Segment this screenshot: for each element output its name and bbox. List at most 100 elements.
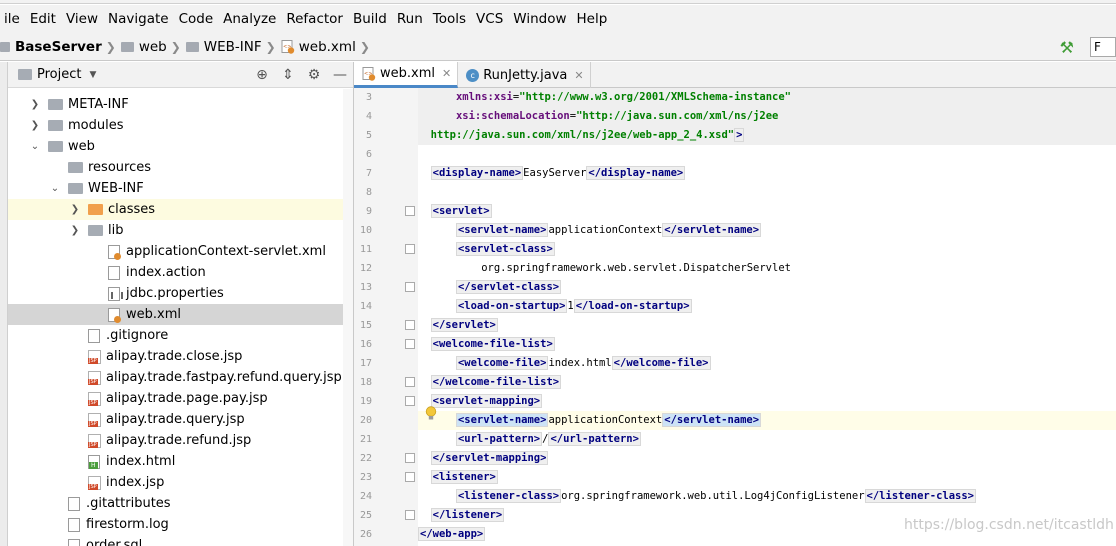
tree-item[interactable]: ❯ classes xyxy=(8,199,353,220)
menu-item-edit[interactable]: Edit xyxy=(26,5,62,33)
line-number: 20 xyxy=(359,415,372,426)
tree-item[interactable]: .gitignore xyxy=(8,325,353,346)
fold-marker-icon[interactable] xyxy=(405,320,415,330)
code-line[interactable]: <url-pattern> / </url-pattern> xyxy=(418,430,1116,449)
tree-item[interactable]: ❯ META-INF xyxy=(8,94,353,115)
locate-target-icon[interactable]: ⊕ xyxy=(249,67,275,83)
code-line[interactable]: <listener> xyxy=(418,468,1116,487)
collapse-all-icon[interactable]: ⇕ xyxy=(275,67,301,83)
code-line[interactable]: </servlet-mapping> xyxy=(418,449,1116,468)
menu-item-refactor[interactable]: Refactor xyxy=(282,5,349,33)
tree-item[interactable]: ⌄ WEB-INF xyxy=(8,178,353,199)
fold-marker-icon[interactable] xyxy=(405,472,415,482)
fold-marker-icon[interactable] xyxy=(405,339,415,349)
fold-marker-icon[interactable] xyxy=(405,396,415,406)
project-view-selector[interactable]: Project ▼ xyxy=(18,67,96,82)
menu-item-code[interactable]: Code xyxy=(175,5,220,33)
tree-item[interactable]: index.jsp xyxy=(8,472,353,493)
chevron-right-icon[interactable]: ❯ xyxy=(28,120,42,131)
tree-item[interactable]: index.html xyxy=(8,451,353,472)
code-line[interactable]: </servlet-class> xyxy=(418,278,1116,297)
menu-item-help[interactable]: Help xyxy=(573,5,614,33)
breadcrumb-web[interactable]: web xyxy=(139,39,167,55)
tree-item[interactable]: alipay.trade.fastpay.refund.query.jsp xyxy=(8,367,353,388)
menu-item-window[interactable]: Window xyxy=(509,5,572,33)
tree-item[interactable]: alipay.trade.close.jsp xyxy=(8,346,353,367)
project-tree: ❯ META-INF ❯ modules ⌄ web resources ⌄ WEB-INF ❯ c… xyxy=(8,89,353,546)
code-line[interactable]: <listener-class> org.springframework.web.… xyxy=(418,487,1116,506)
fold-marker-icon[interactable] xyxy=(405,282,415,292)
chevron-down-icon[interactable]: ⌄ xyxy=(48,183,62,194)
chevron-right-icon[interactable]: ❯ xyxy=(68,204,82,215)
chevron-right-icon[interactable]: ❯ xyxy=(28,99,42,110)
tree-item[interactable]: jdbc.properties xyxy=(8,283,353,304)
fold-marker-icon[interactable] xyxy=(405,377,415,387)
menu-item-ile[interactable]: ile xyxy=(0,5,26,33)
tree-item[interactable]: ⌄ web xyxy=(8,136,353,157)
build-hammer-icon[interactable]: ⚒ xyxy=(1060,38,1074,57)
code-line[interactable]: <servlet> xyxy=(418,202,1116,221)
hide-panel-icon[interactable]: — xyxy=(327,67,353,83)
tree-scrollbar[interactable] xyxy=(343,89,353,546)
tree-item[interactable]: index.action xyxy=(8,262,353,283)
tree-item[interactable]: firestorm.log xyxy=(8,514,353,535)
close-icon[interactable]: ✕ xyxy=(442,67,451,80)
chevron-down-icon[interactable]: ⌄ xyxy=(28,141,42,152)
code-line[interactable]: <servlet-mapping> xyxy=(418,392,1116,411)
chevron-right-icon: ❯ xyxy=(359,39,370,54)
code-line[interactable]: <servlet-name> applicationContext </servle… xyxy=(418,411,1116,430)
code-line[interactable]: xmlns:xsi="http://www.w3.org/2001/XMLSch… xyxy=(418,88,1116,107)
code-line[interactable]: http://java.sun.com/xml/ns/j2ee/web-app_… xyxy=(418,126,1116,145)
run-configuration-select[interactable]: F xyxy=(1090,37,1116,57)
code-line[interactable]: </servlet> xyxy=(418,316,1116,335)
fold-marker-icon[interactable] xyxy=(405,453,415,463)
code-line[interactable]: <welcome-file> index.html </welcome-file> xyxy=(418,354,1116,373)
tree-item[interactable]: alipay.trade.refund.jsp xyxy=(8,430,353,451)
menu-item-analyze[interactable]: Analyze xyxy=(219,5,282,33)
menu-item-run[interactable]: Run xyxy=(393,5,429,33)
menu-item-vcs[interactable]: VCS xyxy=(472,5,509,33)
tree-item[interactable]: ❯ lib xyxy=(8,220,353,241)
tree-item[interactable]: resources xyxy=(8,157,353,178)
breadcrumb-file[interactable]: web.xml xyxy=(299,39,356,55)
tool-window-strip[interactable] xyxy=(0,62,8,546)
close-icon[interactable]: ✕ xyxy=(574,69,583,82)
tree-item[interactable]: web.xml xyxy=(8,304,353,325)
chevron-right-icon[interactable]: ❯ xyxy=(68,225,82,236)
line-number: 26 xyxy=(359,529,372,540)
code-line[interactable]: </welcome-file-list> xyxy=(418,373,1116,392)
code-line[interactable]: org.springframework.web.servlet.Dispatch… xyxy=(418,259,1116,278)
tree-item-label: alipay.trade.page.pay.jsp xyxy=(106,391,268,406)
code-line[interactable]: <servlet-class> xyxy=(418,240,1116,259)
code-line[interactable] xyxy=(418,183,1116,202)
tree-item[interactable]: alipay.trade.query.jsp xyxy=(8,409,353,430)
tree-item[interactable]: ❯ modules xyxy=(8,115,353,136)
code-line[interactable]: xsi:schemaLocation="http://java.sun.com/… xyxy=(418,107,1116,126)
code-line[interactable]: <display-name> EasyServer </display-name> xyxy=(418,164,1116,183)
code-line[interactable]: <welcome-file-list> xyxy=(418,335,1116,354)
xml-attribute: xmlns:xsi xyxy=(455,91,513,103)
breadcrumb-web-inf[interactable]: WEB-INF xyxy=(204,39,262,55)
xml-file-icon xyxy=(108,244,121,260)
tree-item[interactable]: alipay.trade.page.pay.jsp xyxy=(8,388,353,409)
fold-marker-icon[interactable] xyxy=(405,206,415,216)
tree-item[interactable]: applicationContext-servlet.xml xyxy=(8,241,353,262)
tree-item[interactable]: order.sql xyxy=(8,535,353,546)
breadcrumb-project[interactable]: BaseServer xyxy=(15,39,102,55)
tab-web-xml[interactable]: <> web.xml ✕ xyxy=(354,62,459,88)
code-line[interactable] xyxy=(418,145,1116,164)
menu-item-view[interactable]: View xyxy=(62,5,104,33)
tree-item[interactable]: .gitattributes xyxy=(8,493,353,514)
code-line[interactable]: <load-on-startup> 1 </load-on-startup> xyxy=(418,297,1116,316)
lightbulb-icon[interactable] xyxy=(425,406,437,421)
menu-item-tools[interactable]: Tools xyxy=(429,5,472,33)
settings-gear-icon[interactable]: ⚙ xyxy=(301,67,327,83)
menu-item-build[interactable]: Build xyxy=(349,5,393,33)
menu-item-navigate[interactable]: Navigate xyxy=(104,5,175,33)
fold-marker-icon[interactable] xyxy=(405,244,415,254)
dropdown-arrow-icon: ▼ xyxy=(89,69,97,80)
code-line[interactable]: <servlet-name> applicationContext </servle… xyxy=(418,221,1116,240)
xml-text: org.springframework.web.servlet.Dispatch… xyxy=(418,262,791,274)
fold-marker-icon[interactable] xyxy=(405,510,415,520)
tab-runjetty-java[interactable]: c RunJetty.java ✕ xyxy=(458,62,591,88)
